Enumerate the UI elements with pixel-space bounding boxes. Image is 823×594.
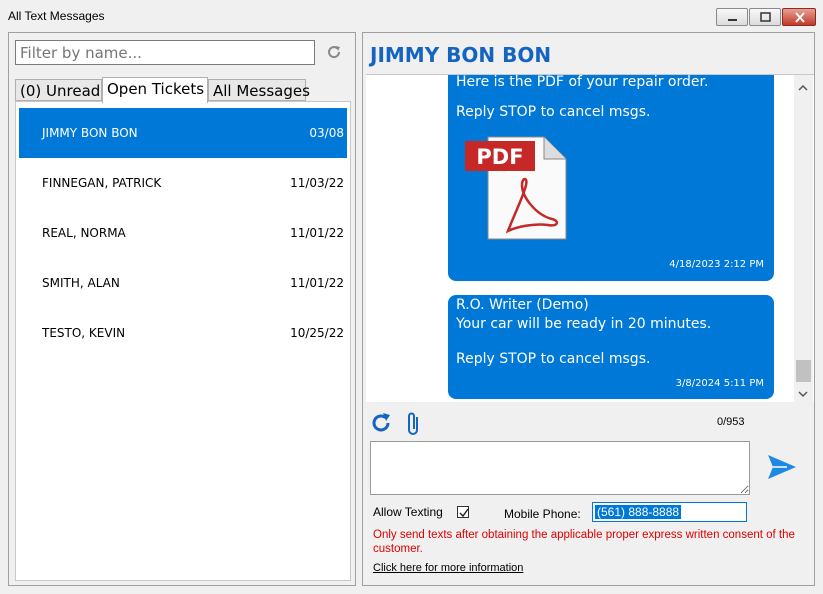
message-thread: Here is the PDF of your repair order. Re…	[366, 74, 814, 402]
message-sender: R.O. Writer (Demo)	[456, 297, 589, 313]
message-text: Your car will be ready in 20 minutes.	[456, 316, 712, 332]
tab-open-tickets[interactable]: Open Tickets	[102, 77, 208, 103]
character-counter: 0/953	[717, 416, 745, 428]
refresh-icon[interactable]	[325, 43, 343, 61]
info-link[interactable]: Click here for more information	[373, 562, 523, 574]
scroll-up-icon[interactable]	[798, 83, 808, 93]
close-icon	[795, 12, 805, 23]
maximize-icon	[760, 12, 771, 22]
contact-name: FINNEGAN, PATRICK	[42, 176, 162, 190]
tab-unread[interactable]: (0) Unread	[15, 79, 102, 101]
message-text: Reply STOP to cancel msgs.	[456, 351, 651, 367]
contact-date: 10/25/22	[290, 326, 344, 340]
list-item[interactable]: REAL, NORMA 11/01/22	[19, 208, 347, 258]
mobile-phone-value: (561) 888-8888	[595, 505, 682, 519]
message-bubble: Here is the PDF of your repair order. Re…	[448, 74, 774, 281]
refresh-icon[interactable]	[369, 411, 393, 435]
contact-date: 11/01/22	[290, 226, 344, 240]
list-item[interactable]: JIMMY BON BON 03/08	[19, 108, 347, 158]
list-item[interactable]: SMITH, ALAN 11/01/22	[19, 258, 347, 308]
conversation-pane: JIMMY BON BON Here is the PDF of your re…	[362, 32, 815, 586]
pdf-attachment-icon[interactable]: PDF	[464, 135, 568, 241]
contact-name: SMITH, ALAN	[42, 276, 120, 290]
pdf-label: PDF	[476, 145, 523, 169]
list-item[interactable]: TESTO, KEVIN 10/25/22	[19, 308, 347, 358]
contact-date: 11/01/22	[290, 276, 344, 290]
consent-warning: Only send texts after obtaining the appl…	[373, 529, 795, 555]
mobile-phone-field[interactable]: (561) 888-8888	[592, 502, 747, 522]
message-timestamp: 3/8/2024 5:11 PM	[675, 378, 764, 389]
send-icon[interactable]	[767, 453, 797, 481]
paperclip-icon[interactable]	[405, 411, 423, 437]
contact-name: REAL, NORMA	[42, 226, 126, 240]
title-bar: All Text Messages	[0, 0, 823, 32]
message-input[interactable]	[370, 441, 750, 495]
minimize-icon	[728, 19, 737, 21]
mobile-phone-label: Mobile Phone:	[504, 507, 581, 521]
scroll-down-icon[interactable]	[798, 389, 808, 399]
minimize-button[interactable]	[716, 8, 748, 26]
scroll-thumb[interactable]	[796, 360, 811, 382]
allow-texting-checkbox[interactable]	[457, 506, 469, 518]
close-button[interactable]	[782, 8, 816, 26]
tab-all-messages[interactable]: All Messages	[208, 79, 310, 101]
contact-list: JIMMY BON BON 03/08 FINNEGAN, PATRICK 11…	[15, 101, 351, 581]
list-item[interactable]: FINNEGAN, PATRICK 11/03/22	[19, 158, 347, 208]
conversation-title: JIMMY BON BON	[370, 43, 552, 67]
thread-scrollbar[interactable]	[794, 75, 813, 402]
filter-input[interactable]	[15, 40, 315, 65]
checkmark-icon	[459, 508, 469, 518]
contact-date: 03/08	[309, 126, 344, 140]
allow-texting-label: Allow Texting	[373, 505, 443, 519]
contacts-pane: (0) Unread Open Tickets All Messages JIM…	[8, 32, 356, 586]
message-text: Reply STOP to cancel msgs.	[456, 104, 651, 120]
message-bubble: R.O. Writer (Demo) Your car will be read…	[448, 295, 774, 399]
contact-date: 11/03/22	[290, 176, 344, 190]
contact-name: JIMMY BON BON	[42, 126, 138, 140]
message-timestamp: 4/18/2023 2:12 PM	[669, 259, 764, 270]
message-text: Here is the PDF of your repair order.	[456, 74, 709, 90]
maximize-button[interactable]	[749, 8, 781, 26]
window-title: All Text Messages	[8, 9, 105, 23]
contact-name: TESTO, KEVIN	[42, 326, 126, 340]
